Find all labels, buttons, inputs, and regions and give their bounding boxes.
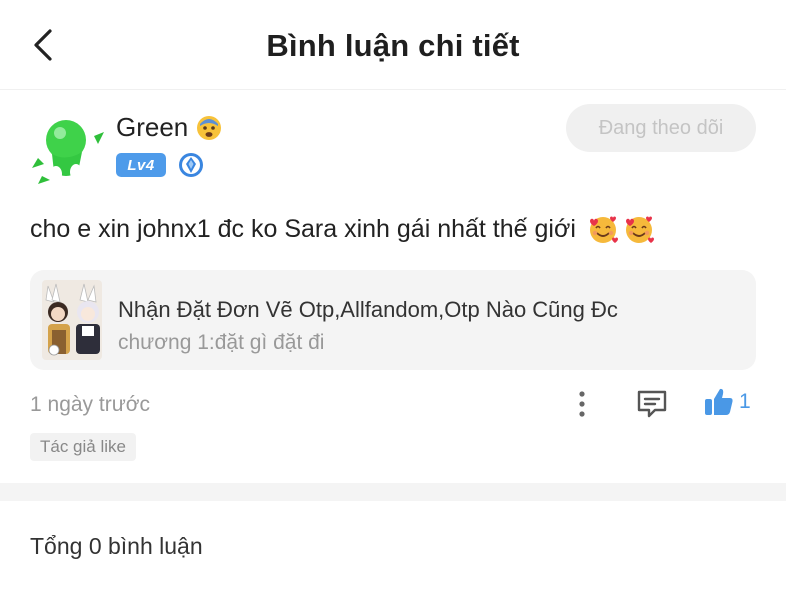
anxious-face-emoji-icon bbox=[197, 115, 222, 140]
comment-timestamp: 1 ngày trước bbox=[30, 393, 151, 416]
total-comments-label: Tổng 0 bình luận bbox=[30, 533, 203, 559]
page-title: Bình luận chi tiết bbox=[266, 28, 520, 63]
story-chapter: chương 1:đặt gì đặt đi bbox=[118, 331, 325, 354]
thumbs-up-icon bbox=[705, 388, 733, 415]
username[interactable]: Green bbox=[116, 112, 188, 143]
more-options-button[interactable] bbox=[570, 388, 594, 420]
smiling-face-with-hearts-icon bbox=[625, 216, 654, 243]
level-badge: Lv4 bbox=[116, 153, 166, 177]
like-button[interactable]: 1 bbox=[703, 386, 751, 418]
more-vertical-icon bbox=[579, 391, 585, 417]
avatar[interactable] bbox=[30, 110, 106, 186]
like-count: 1 bbox=[739, 390, 751, 413]
smiling-face-with-hearts-icon bbox=[589, 216, 618, 243]
story-title: Nhận Đặt Đơn Vẽ Otp,Allfandom,Otp Nào Cũ… bbox=[118, 297, 618, 322]
username-row: Green bbox=[116, 112, 222, 143]
following-button[interactable]: Đang theo dõi bbox=[566, 104, 756, 152]
blue-gem-badge-icon bbox=[179, 153, 203, 177]
comment-body: cho e xin johnx1 đc ko Sara xinh gái nhấ… bbox=[30, 212, 656, 246]
reply-button[interactable] bbox=[635, 388, 669, 420]
section-divider bbox=[0, 483, 786, 501]
story-cover-image bbox=[42, 280, 102, 360]
story-card[interactable]: Nhận Đặt Đơn Vẽ Otp,Allfandom,Otp Nào Cũ… bbox=[30, 270, 756, 370]
header-bar: Bình luận chi tiết bbox=[0, 0, 786, 90]
comment-bubble-icon bbox=[637, 390, 667, 418]
user-badges: Lv4 bbox=[116, 152, 204, 178]
comment-text: cho e xin johnx1 đc ko Sara xinh gái nhấ… bbox=[30, 214, 576, 243]
author-liked-tag: Tác giả like bbox=[30, 433, 136, 461]
